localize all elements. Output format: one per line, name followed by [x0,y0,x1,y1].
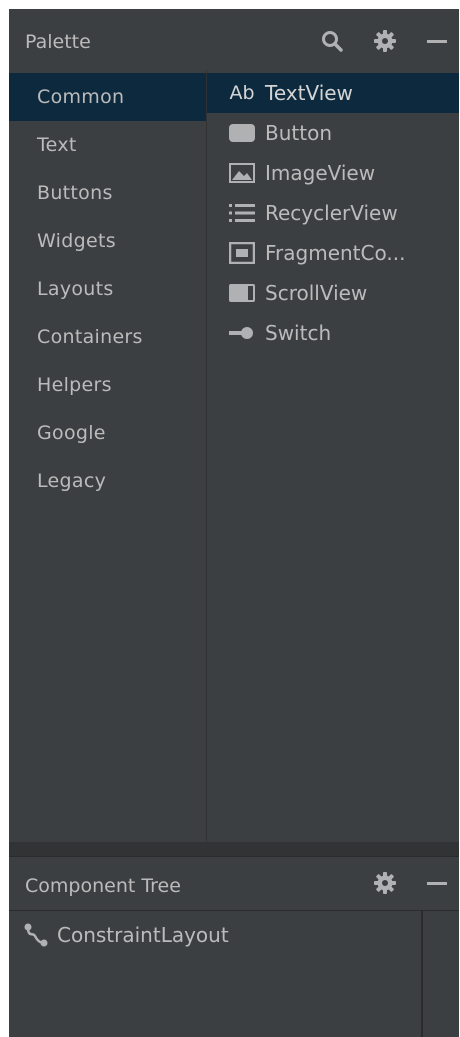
category-containers[interactable]: Containers [9,313,206,361]
palette-item-fragmentcontainer[interactable]: FragmentCo... [207,233,459,273]
image-icon [227,161,257,185]
scrollview-icon [227,281,257,305]
palette-item-label: Button [265,121,332,145]
gear-icon[interactable] [371,27,399,55]
palette-item-switch[interactable]: Switch [207,313,459,353]
palette-categories: Common Text Buttons Widgets Layouts Cont… [9,70,206,842]
switch-icon [227,321,257,345]
component-tree-header: Component Tree [9,856,459,910]
palette-title: Palette [25,31,91,53]
palette-item-button[interactable]: Button [207,113,459,153]
search-icon[interactable] [318,27,346,55]
category-helpers[interactable]: Helpers [9,361,206,409]
tree-node-constraintlayout[interactable]: ConstraintLayout [21,919,229,951]
component-tree-title: Component Tree [25,875,181,897]
palette-panel: Palette Common Text Buttons Widgets Layo… [9,9,459,1037]
tree-node-label: ConstraintLayout [57,923,229,947]
palette-item-scrollview[interactable]: ScrollView [207,273,459,313]
palette-item-label: FragmentCo... [265,241,406,265]
palette-item-label: Switch [265,321,332,345]
palette-item-imageview[interactable]: ImageView [207,153,459,193]
palette-items: Ab TextView Button ImageView RecyclerVie… [207,70,459,842]
minimize-icon[interactable] [423,869,451,897]
minimize-icon[interactable] [423,27,451,55]
category-common[interactable]: Common [9,73,206,121]
textview-icon: Ab [229,82,255,104]
constraint-layout-icon [21,921,51,949]
palette-item-label: ImageView [265,161,376,185]
category-widgets[interactable]: Widgets [9,217,206,265]
palette-item-label: ScrollView [265,281,368,305]
category-legacy[interactable]: Legacy [9,457,206,505]
category-text[interactable]: Text [9,121,206,169]
component-tree-body: ConstraintLayout [9,911,421,1037]
palette-item-textview[interactable]: Ab TextView [207,73,459,113]
palette-item-recyclerview[interactable]: RecyclerView [207,193,459,233]
category-layouts[interactable]: Layouts [9,265,206,313]
button-icon [227,121,257,145]
palette-item-label: TextView [265,81,353,105]
category-buttons[interactable]: Buttons [9,169,206,217]
palette-item-label: RecyclerView [265,201,398,225]
gear-icon[interactable] [371,869,399,897]
list-icon [227,201,257,225]
panel-separator[interactable] [9,842,459,856]
category-google[interactable]: Google [9,409,206,457]
fragment-icon [227,241,257,265]
palette-header: Palette [9,9,459,70]
component-tree-side-area [422,911,459,1037]
